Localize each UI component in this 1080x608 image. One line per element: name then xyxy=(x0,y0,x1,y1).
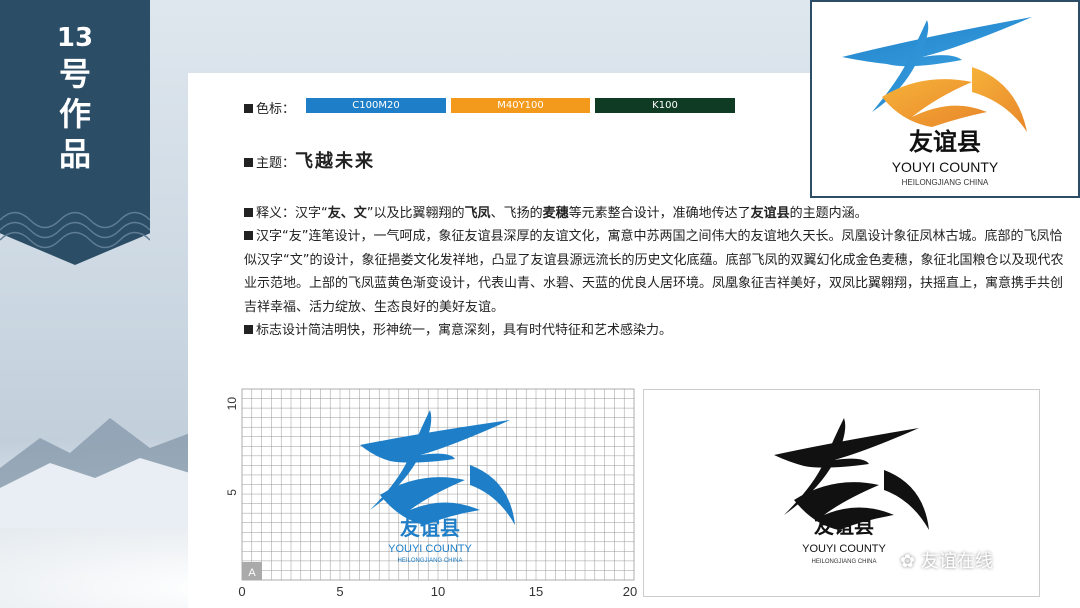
county-logo: 友谊县 YOUYI COUNTY HEILONGJIANG CHINA xyxy=(842,17,1032,187)
bullet-square xyxy=(244,325,253,335)
grid-logo-panel: A 10 5 0 5 10 15 20 友谊县 YOUYI COUNTY HEI… xyxy=(220,385,642,600)
grid-logo-cn: 友谊县 xyxy=(400,516,460,540)
color-bar-blue: C100M20 xyxy=(306,98,446,113)
color-bar-black: K100 xyxy=(595,98,735,113)
badge-number: 13 xyxy=(56,23,94,53)
grid-x-tick-20: 20 xyxy=(623,584,637,599)
logo-preview: 友谊县 YOUYI COUNTY HEILONGJIANG CHINA xyxy=(810,0,1080,198)
bullet-square xyxy=(244,208,253,217)
badge-char-1: 号 xyxy=(58,55,91,93)
wechat-icon: ✿ xyxy=(900,551,916,572)
bullet-square xyxy=(244,104,253,113)
description: 释义：汉字“友、文”以及比翼翱翔的飞凤、飞扬的麦穗等元素整合设计，准确地传达了友… xyxy=(244,202,1064,342)
grid-logo-en: YOUYI COUNTY xyxy=(388,543,472,555)
color-label: 色标： xyxy=(244,98,295,117)
logo-sub-text: HEILONGJIANG CHINA xyxy=(902,178,989,187)
grid-x-tick-10: 10 xyxy=(431,584,445,599)
background-mountain xyxy=(0,418,190,528)
grid-x-tick-5: 5 xyxy=(336,584,343,599)
badge-char-3: 品 xyxy=(58,135,91,173)
description-p3: 标志设计简洁明快，形神统一，寓意深刻，具有时代特征和艺术感染力。 xyxy=(244,319,1064,342)
grid-drawing: A 10 5 0 5 10 15 20 友谊县 YOUYI COUNTY HEI… xyxy=(225,388,637,599)
bullet-square xyxy=(244,231,253,241)
logo-cn-text: 友谊县 xyxy=(909,127,981,156)
black-logo-cn: 友谊县 xyxy=(814,514,874,538)
grid-corner-label: A xyxy=(248,567,256,579)
badge-char-2: 作 xyxy=(58,95,91,133)
badge-text: 13 号 作 品 xyxy=(0,22,150,174)
color-label-text: 色标： xyxy=(256,102,296,117)
theme-row: 主题：飞越未来 xyxy=(244,147,375,173)
black-logo-en: YOUYI COUNTY xyxy=(802,543,886,555)
theme-label: 主题： xyxy=(256,156,296,171)
grid-y-tick-5: 5 xyxy=(225,489,239,496)
description-p2: 汉字“友”连笔设计，一气呵成，象征友谊县深厚的友谊文化，寓意中苏两国之间伟大的友… xyxy=(244,229,1064,315)
badge-wave-pattern xyxy=(0,211,150,249)
description-p1: 释义：汉字“友、文”以及比翼翱翔的飞凤、飞扬的麦穗等元素整合设计，准确地传达了友… xyxy=(244,202,1064,225)
watermark: ✿ 友谊在线 xyxy=(900,547,993,573)
bullet-square xyxy=(244,158,253,167)
logo-en-text: YOUYI COUNTY xyxy=(892,159,999,175)
black-logo-sub: HEILONGJIANG CHINA xyxy=(811,559,876,565)
grid-x-tick-15: 15 xyxy=(529,584,543,599)
watermark-text: 友谊在线 xyxy=(920,551,993,572)
theme-title: 飞越未来 xyxy=(295,151,376,172)
grid-logo-sub: HEILONGJIANG CHINA xyxy=(397,558,462,564)
color-bar-orange: M40Y100 xyxy=(451,98,590,113)
grid-x-tick-0: 0 xyxy=(238,584,245,599)
grid-y-tick-10: 10 xyxy=(225,397,239,411)
